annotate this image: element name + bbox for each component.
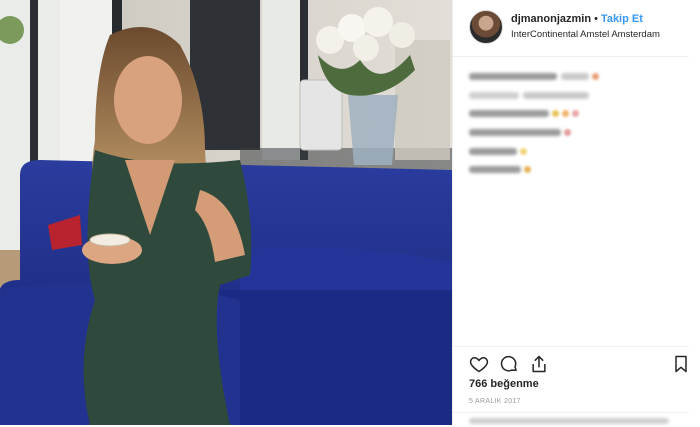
follow-button[interactable]: Takip Et: [601, 13, 643, 25]
heart-icon[interactable]: [469, 354, 489, 374]
likes-count[interactable]: 766 beğenme: [469, 378, 539, 390]
comment-row: [469, 161, 679, 174]
emoji-icon: [564, 129, 571, 137]
comment-icon[interactable]: [499, 354, 519, 374]
bookmark-icon[interactable]: [671, 354, 691, 374]
post-photo[interactable]: [0, 0, 452, 425]
comment-row: [469, 105, 679, 118]
emoji-icon: [572, 110, 579, 118]
post-actions: 766 beğenme 5 ARALIK 2017: [453, 346, 689, 426]
photo-illustration: [0, 0, 452, 425]
post-header: djmanonjazmin • Takip Et InterContinental …: [453, 0, 689, 57]
comment-username[interactable]: [469, 166, 521, 174]
comment-username[interactable]: [469, 91, 519, 99]
add-comment-placeholder: [469, 418, 669, 424]
comments-list: [469, 68, 679, 180]
comment-row: [469, 124, 679, 137]
post-sidebar: djmanonjazmin • Takip Et InterContinental …: [452, 0, 700, 425]
username-link[interactable]: djmanonjazmin: [511, 13, 591, 25]
post-date: 5 ARALIK 2017: [469, 398, 521, 405]
comment-row: [469, 142, 679, 155]
share-icon[interactable]: [529, 354, 549, 374]
emoji-icon: [552, 110, 559, 118]
avatar[interactable]: [469, 10, 503, 44]
emoji-icon: [520, 147, 527, 155]
comment-username[interactable]: [469, 129, 561, 137]
emoji-icon: [524, 166, 531, 174]
comment-username[interactable]: [469, 110, 549, 118]
separator-dot: •: [594, 13, 598, 25]
comment-username[interactable]: [469, 147, 517, 155]
comment-row: [469, 68, 679, 81]
comment-text: [561, 73, 589, 81]
comment-row: [469, 87, 679, 99]
emoji-icon: [592, 73, 599, 81]
user-line: djmanonjazmin • Takip Et: [511, 13, 643, 25]
comment-username[interactable]: [469, 73, 557, 81]
location-link[interactable]: InterContinental Amstel Amsterdam: [511, 29, 660, 40]
emoji-icon: [562, 110, 569, 118]
comment-text: [523, 91, 589, 99]
